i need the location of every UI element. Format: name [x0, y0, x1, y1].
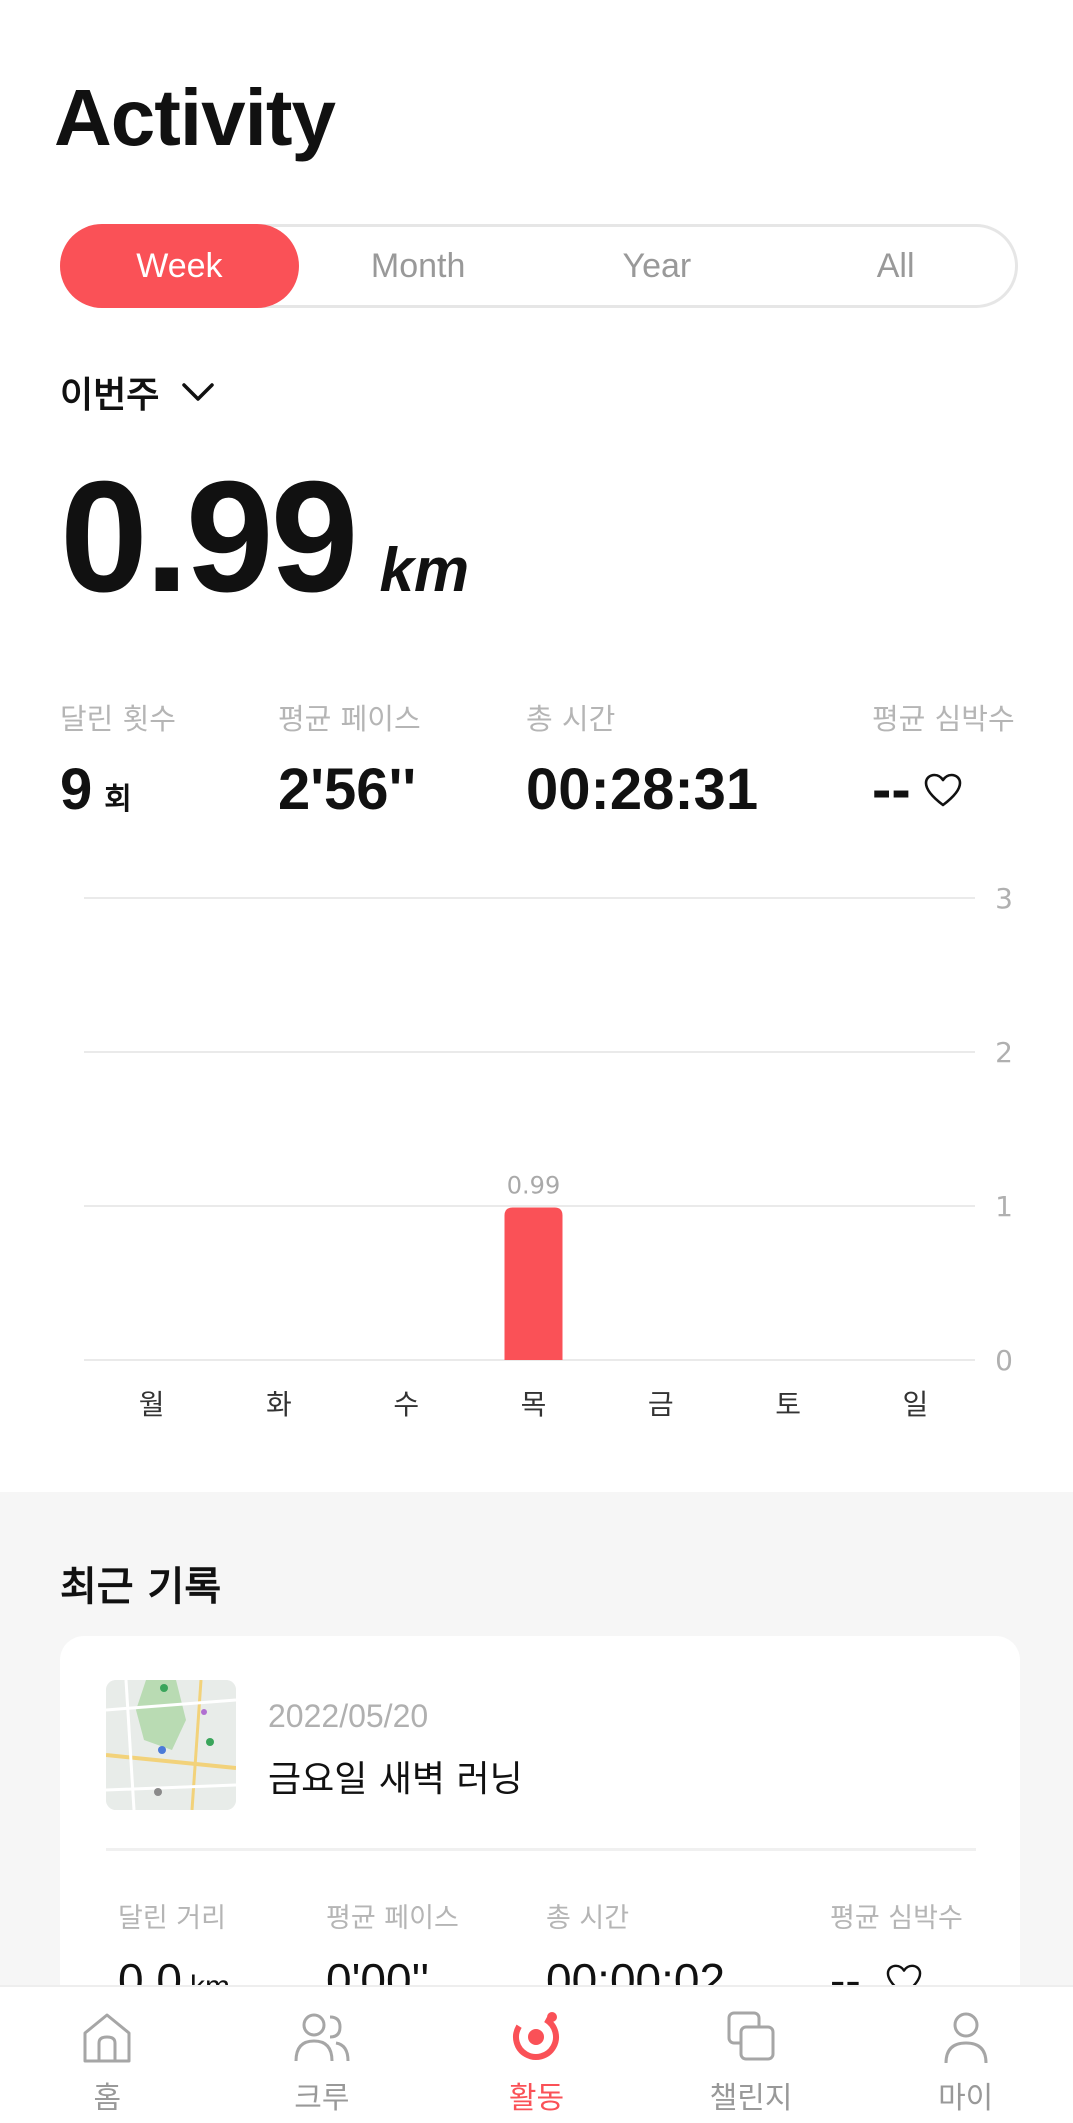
card-divider [106, 1848, 976, 1851]
stat-label: 평균 심박수 [872, 702, 1015, 736]
x-tick-label: 월 [139, 1388, 165, 1420]
page-title: Activity [54, 73, 336, 162]
route-map-thumbnail [106, 1680, 236, 1810]
segment-month[interactable]: Month [299, 227, 538, 305]
stat-total-time: 총 시간 00:28:31 [526, 696, 758, 823]
stat-label: 달린 거리 [118, 1903, 226, 1934]
stat-avg-heart-rate: 평균 심박수 -- [872, 696, 1015, 823]
x-tick-label: 금 [648, 1388, 674, 1420]
x-tick-label: 일 [902, 1388, 928, 1420]
distance-unit: km [379, 536, 470, 605]
activity-icon [513, 2012, 560, 2060]
tab-label: 홈 [93, 2081, 122, 2116]
x-tick-label: 목 [521, 1388, 547, 1420]
tab-label: 챌린지 [709, 2081, 793, 2116]
heart-icon [924, 773, 961, 806]
tab-my[interactable]: 마이 [858, 1987, 1073, 2123]
period-label: 이번주 [60, 375, 160, 416]
stat-label: 평균 심박수 [830, 1903, 963, 1934]
period-dropdown[interactable]: 이번주 [60, 366, 215, 418]
segment-year[interactable]: Year [538, 227, 777, 305]
home-icon [83, 2013, 131, 2063]
tab-label: 크루 [294, 2081, 350, 2116]
segment-week[interactable]: Week [60, 224, 299, 308]
stat-label: 총 시간 [526, 702, 616, 736]
tab-crew[interactable]: 크루 [215, 1987, 430, 2123]
stat-run-count: 달린 횟수 9 회 [60, 696, 176, 823]
bar [504, 1207, 563, 1360]
tab-label: 활동 [508, 2081, 565, 2116]
y-tick-label: 3 [995, 882, 1013, 915]
period-segmented-control: Week Month Year All [60, 224, 1018, 308]
tab-label: 마이 [938, 2081, 994, 2116]
profile-icon [944, 2012, 988, 2064]
x-tick-label: 화 [266, 1388, 292, 1420]
stat-value: 00:28:31 [526, 757, 759, 822]
tab-home[interactable]: 홈 [0, 1987, 215, 2123]
y-tick-label: 0 [995, 1344, 1013, 1377]
record-name: 금요일 새벽 러닝 [268, 1759, 523, 1800]
stat-avg-pace: 평균 페이스 2'56'' [278, 696, 421, 823]
stat-label: 총 시간 [546, 1903, 630, 1934]
record-date: 2022/05/20 [268, 1698, 429, 1734]
total-distance: 0.99 km [60, 458, 469, 616]
stat-value: 9 [60, 757, 93, 822]
stat-label: 달린 횟수 [60, 702, 176, 736]
segment-all[interactable]: All [776, 227, 1015, 305]
y-tick-label: 2 [995, 1036, 1013, 1069]
x-tick-label: 토 [775, 1388, 801, 1420]
stat-unit: 회 [104, 783, 132, 816]
bar-data-label: 0.99 [507, 1172, 560, 1200]
stat-value: 2'56'' [278, 757, 417, 822]
distance-value: 0.99 [60, 449, 359, 625]
bottom-tab-bar: 홈 크루 활동 챌린지 마이 [0, 1985, 1073, 2123]
tab-activity[interactable]: 활동 [429, 1987, 644, 2123]
stat-label: 평균 페이스 [326, 1903, 459, 1934]
challenge-icon [727, 2011, 775, 2061]
tab-challenge[interactable]: 챌린지 [644, 1987, 859, 2123]
stat-label: 평균 페이스 [278, 702, 421, 736]
y-tick-label: 1 [995, 1190, 1013, 1223]
x-tick-label: 수 [393, 1388, 419, 1420]
chevron-down-icon [182, 383, 215, 401]
stat-value: -- [872, 757, 911, 822]
recent-section-title: 최근 기록 [60, 1564, 222, 1610]
weekly-distance-chart: 0 1 2 3 월 화 수 0.99 목 금 토 일 [84, 882, 1013, 1420]
crew-icon [294, 2013, 350, 2062]
